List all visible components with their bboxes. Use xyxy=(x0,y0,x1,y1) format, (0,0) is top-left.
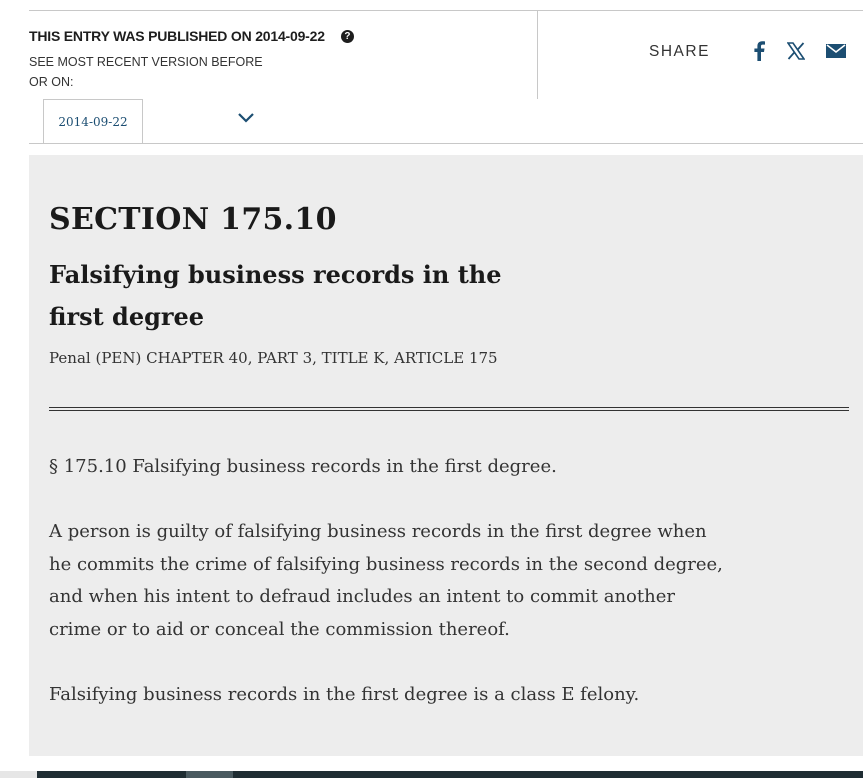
selected-date: 2014-09-22 xyxy=(58,114,128,129)
law-paragraph: § 175.10 Falsifying business records in … xyxy=(49,456,557,477)
double-divider xyxy=(49,407,849,411)
version-date-select[interactable]: 2014-09-22 xyxy=(43,99,143,143)
chevron-down-icon[interactable] xyxy=(236,110,256,126)
law-paragraph: Falsifying business records in the first… xyxy=(49,683,640,705)
bottom-bar xyxy=(37,771,863,778)
published-label: THIS ENTRY WAS PUBLISHED ON 2014-09-22 xyxy=(29,28,325,44)
law-text: § 175.10 Falsifying business records in … xyxy=(49,451,729,744)
share-label: SHARE xyxy=(649,43,710,60)
top-divider xyxy=(29,10,863,11)
law-content-panel: SECTION 175.10 Falsifying business recor… xyxy=(29,155,863,756)
bottom-left-strip xyxy=(0,771,37,778)
law-title: Falsifying business records in the first… xyxy=(49,260,502,331)
facebook-icon[interactable] xyxy=(749,38,769,64)
x-icon[interactable] xyxy=(784,38,808,64)
help-icon[interactable]: ? xyxy=(340,29,354,43)
scrollbar-thumb[interactable] xyxy=(186,771,233,778)
citation: Penal (PEN) CHAPTER 40, PART 3, TITLE K,… xyxy=(49,349,498,367)
section-heading: SECTION 175.10 xyxy=(49,202,337,237)
recent-version-label: SEE MOST RECENT VERSION BEFORE OR ON: xyxy=(29,55,263,89)
published-notice: THIS ENTRY WAS PUBLISHED ON 2014-09-22 ? xyxy=(29,28,354,44)
vertical-divider xyxy=(537,11,538,99)
mail-icon[interactable] xyxy=(824,38,848,64)
selector-divider xyxy=(29,143,863,144)
law-paragraph: A person is guilty of falsifying busines… xyxy=(49,521,723,640)
